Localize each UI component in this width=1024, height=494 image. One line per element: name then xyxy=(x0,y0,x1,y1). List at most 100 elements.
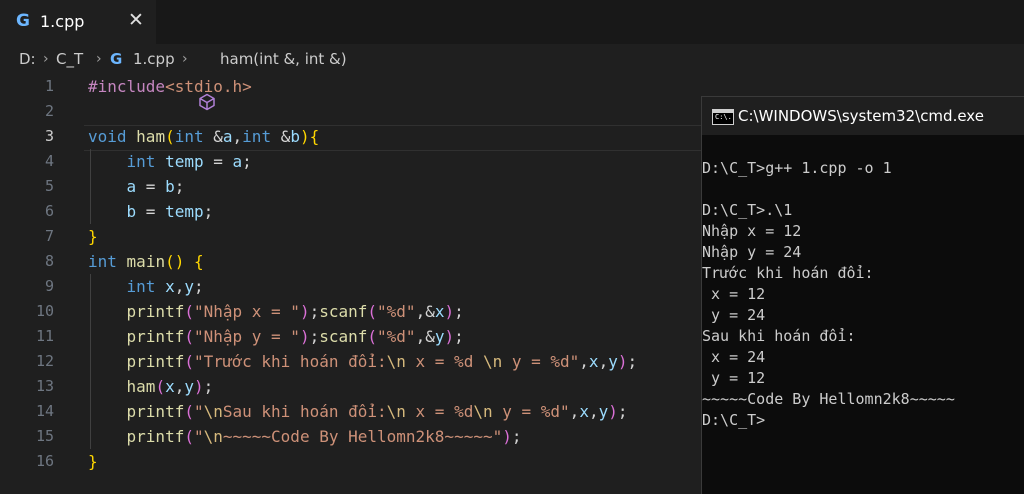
breadcrumb-file[interactable]: 1.cpp xyxy=(133,50,175,68)
code-token: , xyxy=(232,127,243,146)
code-token: y xyxy=(608,352,618,371)
code-token: "%d" xyxy=(377,327,416,346)
code-token: = xyxy=(203,152,233,171)
code-token: y = %d" xyxy=(492,402,570,421)
code-token: printf xyxy=(126,427,185,446)
code-text: int main() { xyxy=(88,249,204,274)
code-token: ) xyxy=(444,302,455,321)
c-plus-plus-icon: G xyxy=(16,11,30,31)
code-token: & xyxy=(203,127,223,146)
code-token: x xyxy=(579,402,589,421)
code-token: ; xyxy=(617,402,628,421)
cmd-title-bar[interactable]: C:\. C:\WINDOWS\system32\cmd.exe xyxy=(702,97,1024,135)
code-token: y xyxy=(184,377,194,396)
code-token: x xyxy=(165,377,175,396)
code-token: temp xyxy=(165,202,204,221)
terminal-line: D:\C_T>.\1 xyxy=(702,201,793,219)
line-number: 6 xyxy=(44,202,54,220)
code-token: } xyxy=(88,452,98,471)
line-number: 13 xyxy=(35,377,54,395)
code-token: y xyxy=(598,402,609,421)
cmd-icon-text: C:\. xyxy=(715,113,732,121)
code-token: , xyxy=(579,352,589,371)
code-token: printf xyxy=(126,352,185,371)
code-token: ) xyxy=(444,327,455,346)
code-token: printf xyxy=(126,327,185,346)
code-token: ) xyxy=(194,377,204,396)
code-token: ,& xyxy=(415,302,435,321)
code-token: #include xyxy=(88,77,166,96)
code-token: ) xyxy=(608,402,618,421)
code-token: { xyxy=(309,127,320,146)
chevron-right-icon: › xyxy=(43,51,49,67)
chevron-right-icon: › xyxy=(182,51,188,67)
terminal-line: x = 24 xyxy=(702,348,766,366)
code-token: ; xyxy=(511,427,522,446)
line-number: 15 xyxy=(35,427,54,445)
line-number: 10 xyxy=(35,302,54,320)
code-token: "Trước khi hoán đổi: xyxy=(193,352,387,371)
code-token: \n xyxy=(203,427,223,446)
code-text: int temp = a; xyxy=(88,149,252,174)
code-token: ) xyxy=(299,327,310,346)
code-token: scanf xyxy=(319,327,368,346)
code-token: y = %d" xyxy=(502,352,580,371)
line-number: 4 xyxy=(44,152,54,170)
close-icon[interactable]: ✕ xyxy=(128,9,144,31)
code-token: a xyxy=(126,177,137,196)
code-token: ( xyxy=(184,302,194,321)
code-token: ( xyxy=(367,327,378,346)
code-token: } xyxy=(88,227,98,246)
breadcrumb-symbol[interactable]: ham(int &, int &) xyxy=(220,50,347,68)
cmd-window-icon: C:\. xyxy=(712,109,734,125)
cmd-window[interactable]: C:\. C:\WINDOWS\system32\cmd.exe D:\C_T>… xyxy=(701,96,1024,494)
terminal-line: Trước khi hoán đổi: xyxy=(702,264,874,282)
terminal-line: Sau khi hoán đổi: xyxy=(702,327,856,345)
code-token: int xyxy=(126,277,156,296)
code-token: ( xyxy=(184,402,194,421)
terminal-line: D:\C_T>g++ 1.cpp -o 1 xyxy=(702,159,892,177)
code-token: ( xyxy=(165,127,175,146)
breadcrumb-folder[interactable]: C_T xyxy=(56,50,83,68)
line-number: 11 xyxy=(35,327,54,345)
code-text: ham(x,y); xyxy=(88,374,214,399)
code-token: ( xyxy=(184,427,194,446)
code-token: "Nhập x = " xyxy=(193,302,300,321)
code-token: & xyxy=(271,127,291,146)
code-token: "Nhập y = " xyxy=(193,327,300,346)
code-token: , xyxy=(174,377,185,396)
line-number: 3 xyxy=(44,127,54,145)
code-text: printf("Trước khi hoán đổi:\n x = %d \n … xyxy=(88,349,638,374)
code-token: \n xyxy=(386,352,406,371)
code-token: ( xyxy=(155,377,166,396)
code-token: x = %d xyxy=(405,402,474,421)
code-token: void xyxy=(88,127,127,146)
code-text: printf("\n~~~~~Code By Hellomn2k8~~~~~")… xyxy=(88,424,522,449)
code-token: ) xyxy=(299,302,310,321)
code-token: ~~~~~Code By Hellomn2k8~~~~~" xyxy=(222,427,503,446)
chevron-right-icon: › xyxy=(96,51,102,67)
code-token: ; xyxy=(454,302,464,321)
code-token: main xyxy=(126,252,166,271)
code-token: ; xyxy=(194,277,204,296)
code-token: b xyxy=(126,202,137,221)
code-token: = xyxy=(136,177,166,196)
terminal-line: ~~~~~Code By Hellomn2k8~~~~~ xyxy=(702,390,955,408)
code-token: ; xyxy=(454,327,464,346)
code-token: { xyxy=(193,252,204,271)
breadcrumb-drive[interactable]: D: xyxy=(19,50,36,68)
code-token: ,& xyxy=(415,327,435,346)
code-token: temp xyxy=(165,152,204,171)
tab-1-cpp[interactable]: G 1.cpp ✕ xyxy=(0,0,156,44)
terminal-line: D:\C_T> xyxy=(702,411,766,429)
code-token: a xyxy=(222,127,233,146)
